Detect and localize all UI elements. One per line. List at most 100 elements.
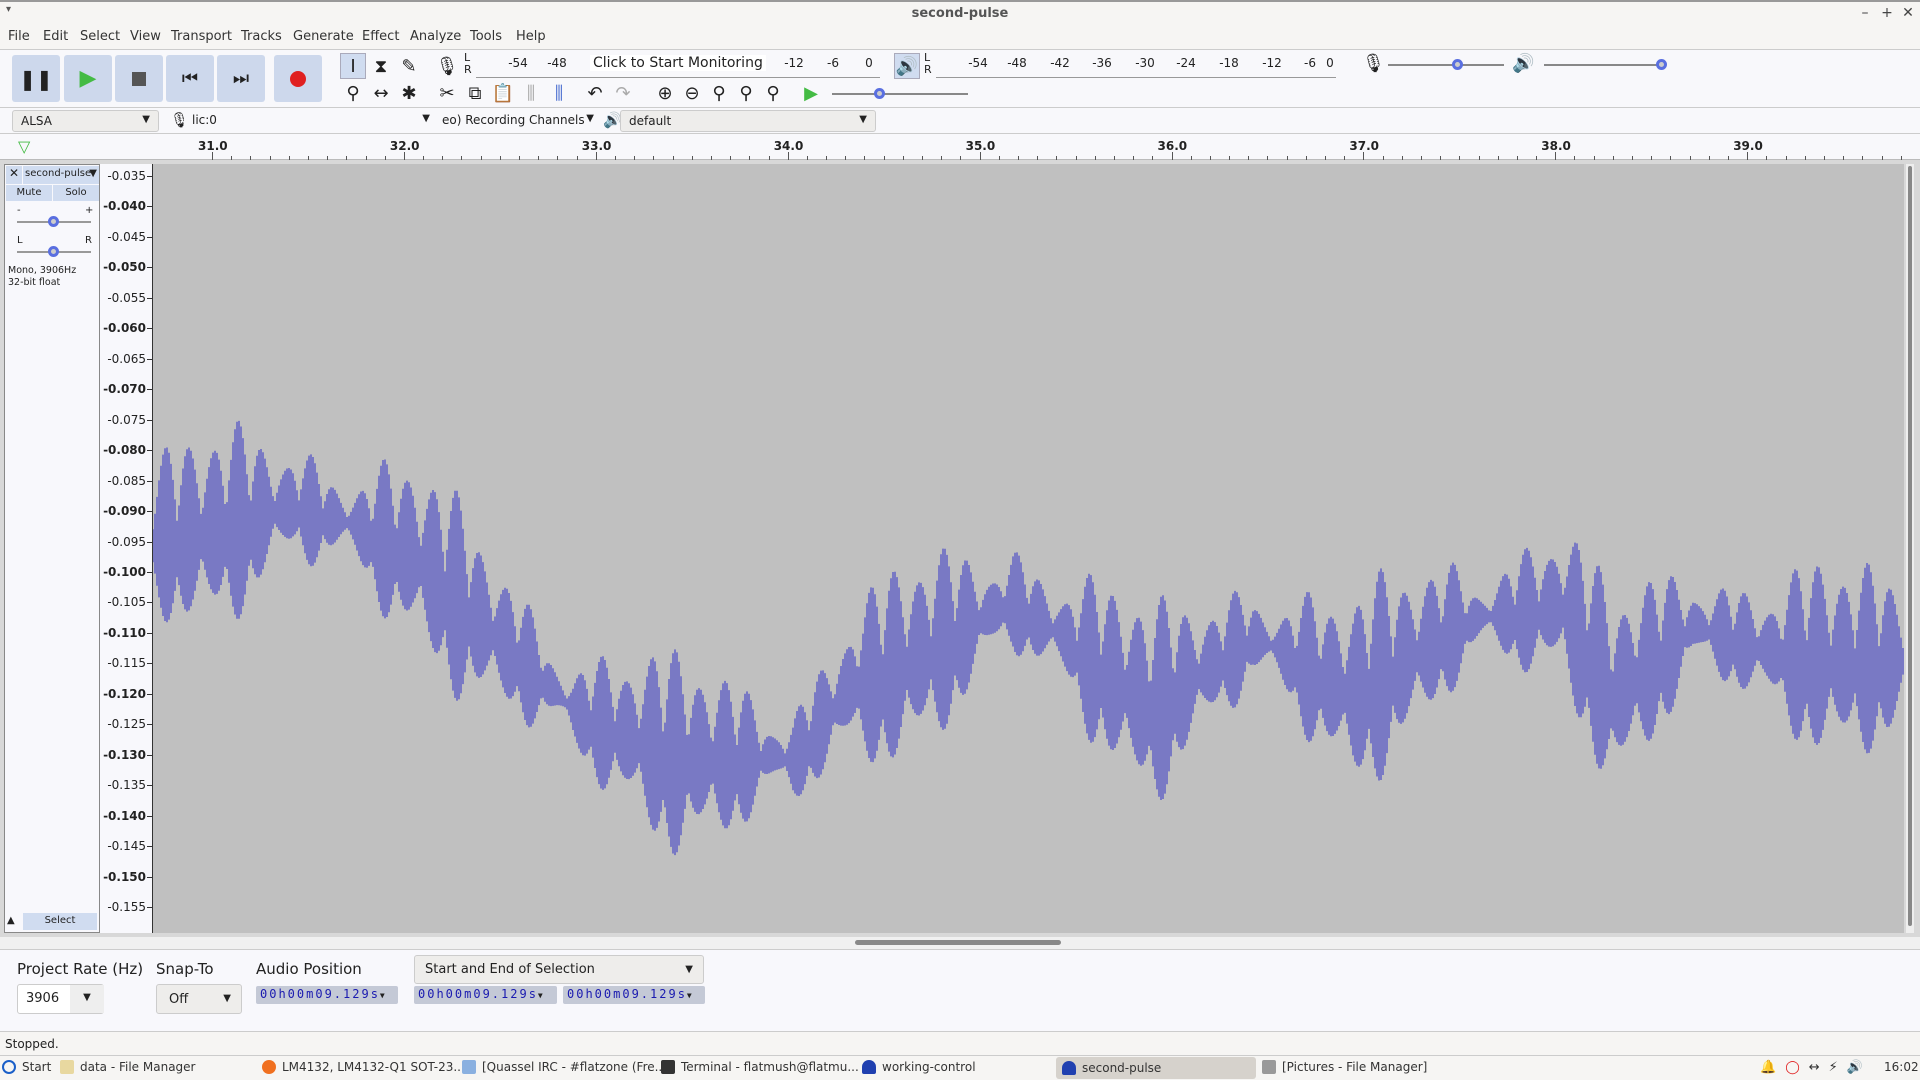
- volume-icon[interactable]: 🔊: [1847, 1060, 1863, 1075]
- close-track-button[interactable]: ✕: [6, 166, 22, 184]
- minimize-icon[interactable]: –: [1856, 5, 1874, 21]
- pan-slider[interactable]: [17, 246, 91, 257]
- draw-tool[interactable]: ✎: [396, 53, 422, 79]
- menu-file[interactable]: File: [8, 29, 30, 44]
- slider-thumb[interactable]: [48, 216, 59, 227]
- start-monitoring-prompt[interactable]: Click to Start Monitoring: [590, 55, 766, 71]
- horizontal-scrollbar[interactable]: [0, 937, 1920, 949]
- scroll-thumb[interactable]: [1908, 166, 1912, 926]
- selection-mode-select[interactable]: Start and End of Selection ▼: [414, 955, 704, 984]
- vertical-scrollbar[interactable]: [1906, 164, 1914, 933]
- skip-start-icon: ⏮: [181, 68, 199, 89]
- menu-tracks[interactable]: Tracks: [241, 29, 282, 44]
- task-item[interactable]: [Quassel IRC - #flatzone (Fre...: [462, 1060, 666, 1074]
- network-icon[interactable]: ↔: [1809, 1060, 1820, 1075]
- zoom-in-button[interactable]: ⊕: [652, 80, 678, 106]
- envelope-tool[interactable]: ⧗: [368, 53, 394, 79]
- cut-button[interactable]: ✂: [434, 80, 460, 106]
- menu-edit[interactable]: Edit: [43, 29, 68, 44]
- record-meter-button[interactable]: 🎙: [434, 53, 460, 79]
- mute-button[interactable]: Mute: [6, 185, 52, 201]
- stop-button[interactable]: [115, 55, 163, 102]
- trim-button[interactable]: ⫼: [518, 80, 544, 106]
- menu-transport[interactable]: Transport: [171, 29, 232, 44]
- paste-button[interactable]: 📋: [490, 80, 516, 106]
- timeline-ruler[interactable]: ▽ 31.0 32.0 33.0 34.0 35.0 36.0 37.0 38.0 39.0: [0, 134, 1920, 160]
- scroll-thumb[interactable]: [855, 940, 1061, 945]
- multi-tool[interactable]: ✱: [396, 80, 422, 106]
- recording-channels-select[interactable]: eo) Recording Channels ▼: [440, 110, 596, 132]
- track-control-panel[interactable]: ✕ second-pulse ▼ Mute Solo - + L R Mono, …: [4, 164, 100, 933]
- menu-view[interactable]: View: [130, 29, 161, 44]
- task-item[interactable]: LM4132, LM4132-Q1 SOT-23...: [262, 1060, 465, 1074]
- selection-tool[interactable]: I: [340, 53, 366, 79]
- update-icon[interactable]: ◯: [1785, 1060, 1800, 1075]
- record-volume-icon: 🎙: [1362, 53, 1385, 74]
- notification-icon[interactable]: 🔔: [1760, 1060, 1776, 1075]
- play-head-icon[interactable]: ▽: [18, 137, 30, 156]
- menu-tools[interactable]: Tools: [470, 29, 502, 44]
- task-item[interactable]: Terminal - flatmush@flatmu...: [661, 1060, 859, 1074]
- play-meter-button[interactable]: 🔊: [894, 53, 920, 79]
- silence-button[interactable]: ⫼: [546, 80, 572, 106]
- zoom-toggle-button[interactable]: ⚲: [760, 80, 786, 106]
- menu-select[interactable]: Select: [80, 29, 120, 44]
- trim-icon: ⫼: [526, 82, 536, 104]
- play-at-speed-button[interactable]: ▶: [798, 80, 824, 106]
- menu-help[interactable]: Help: [516, 29, 546, 44]
- record-button[interactable]: [274, 55, 322, 102]
- record-meter[interactable]: -54 -48 Click to Start Monitoring -12 -6…: [476, 52, 880, 78]
- playback-volume-slider[interactable]: [1544, 59, 1667, 70]
- audio-position-time[interactable]: 00h00m09.129s▼: [256, 986, 398, 1004]
- ruler-tick-label: 37.0: [1349, 139, 1379, 153]
- slider-thumb[interactable]: [1656, 59, 1667, 70]
- audio-host-select[interactable]: ALSA ▼: [12, 110, 159, 132]
- start-button[interactable]: Start: [2, 1060, 51, 1074]
- menu-analyze[interactable]: Analyze: [410, 29, 461, 44]
- play-speed-slider[interactable]: [832, 88, 968, 99]
- zoom-out-icon: ⊖: [684, 82, 700, 104]
- selection-start-time[interactable]: 00h00m09.129s▼: [414, 986, 557, 1004]
- play-meter[interactable]: -54 -48 -42 -36 -30 -24 -18 -12 -6 0: [936, 52, 1336, 78]
- chevron-down-icon: ▼: [89, 168, 97, 179]
- undo-button[interactable]: ↶: [582, 80, 608, 106]
- envelope-icon: ⧗: [374, 55, 388, 77]
- task-item[interactable]: [Pictures - File Manager]: [1262, 1060, 1427, 1074]
- pause-button[interactable]: ❚❚: [12, 55, 60, 102]
- redo-button[interactable]: ↷: [610, 80, 636, 106]
- waveform-display[interactable]: [152, 164, 1904, 933]
- audacity-icon: [1062, 1061, 1076, 1075]
- copy-button[interactable]: ⧉: [462, 80, 488, 106]
- recording-device-select[interactable]: lic:0 ▼: [184, 110, 438, 132]
- play-button[interactable]: ▶: [64, 55, 112, 102]
- zoom-out-button[interactable]: ⊖: [679, 80, 705, 106]
- skip-to-end-button[interactable]: ⏭: [217, 55, 265, 102]
- task-item-active[interactable]: second-pulse: [1056, 1057, 1256, 1079]
- close-icon[interactable]: ✕: [1899, 5, 1917, 21]
- power-icon[interactable]: ⚡: [1829, 1060, 1838, 1075]
- skip-to-start-button[interactable]: ⏮: [166, 55, 214, 102]
- gain-slider[interactable]: [17, 216, 91, 227]
- maximize-icon[interactable]: +: [1878, 5, 1896, 21]
- task-item[interactable]: working-control: [862, 1060, 976, 1074]
- track-name-menu[interactable]: second-pulse ▼: [23, 166, 99, 184]
- menu-generate[interactable]: Generate: [293, 29, 354, 44]
- snap-to-select[interactable]: Off ▼: [156, 984, 242, 1014]
- solo-button[interactable]: Solo: [53, 185, 99, 201]
- slider-thumb[interactable]: [873, 88, 885, 99]
- slider-thumb[interactable]: [1451, 59, 1463, 70]
- select-track-button[interactable]: Select: [23, 913, 97, 930]
- fit-project-button[interactable]: ⚲: [733, 80, 759, 106]
- selection-end-time[interactable]: 00h00m09.129s▼: [563, 986, 705, 1004]
- record-volume-slider[interactable]: [1388, 59, 1504, 70]
- project-rate-combo[interactable]: 3906 ▼: [17, 984, 104, 1014]
- zoom-tool[interactable]: ⚲: [340, 80, 366, 106]
- menu-effect[interactable]: Effect: [362, 29, 399, 44]
- playback-device-select[interactable]: default ▼: [620, 110, 876, 132]
- time-shift-tool[interactable]: ↔: [368, 80, 394, 106]
- slider-thumb[interactable]: [48, 246, 59, 257]
- fit-selection-button[interactable]: ⚲: [706, 80, 732, 106]
- collapse-track-icon[interactable]: ▲: [7, 915, 15, 926]
- task-item[interactable]: data - File Manager: [60, 1060, 195, 1074]
- scissors-icon: ✂: [439, 82, 455, 104]
